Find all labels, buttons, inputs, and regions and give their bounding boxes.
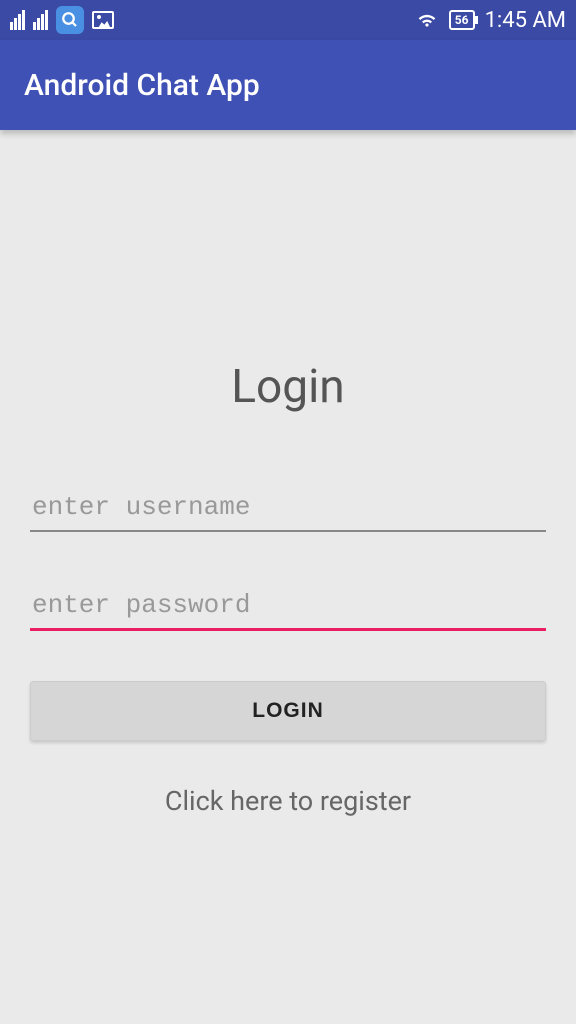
status-left (10, 6, 114, 34)
username-input[interactable] (30, 484, 546, 532)
password-input[interactable] (30, 582, 546, 631)
signal-icon (10, 10, 25, 30)
register-link[interactable]: Click here to register (30, 785, 546, 817)
signal-icon-2 (33, 10, 48, 30)
app-bar: Android Chat App (0, 40, 576, 130)
clock-time: 1:45 AM (485, 8, 566, 33)
status-bar: 56 1:45 AM (0, 0, 576, 40)
wifi-icon (415, 10, 439, 30)
search-app-icon (56, 6, 84, 34)
picture-icon (92, 11, 114, 29)
battery-icon: 56 (449, 10, 475, 30)
page-heading: Login (30, 360, 546, 414)
app-title: Android Chat App (24, 68, 260, 103)
login-button[interactable]: LOGIN (30, 681, 546, 741)
battery-level: 56 (455, 13, 469, 27)
login-content: Login LOGIN Click here to register (0, 130, 576, 817)
status-right: 56 1:45 AM (415, 8, 566, 33)
